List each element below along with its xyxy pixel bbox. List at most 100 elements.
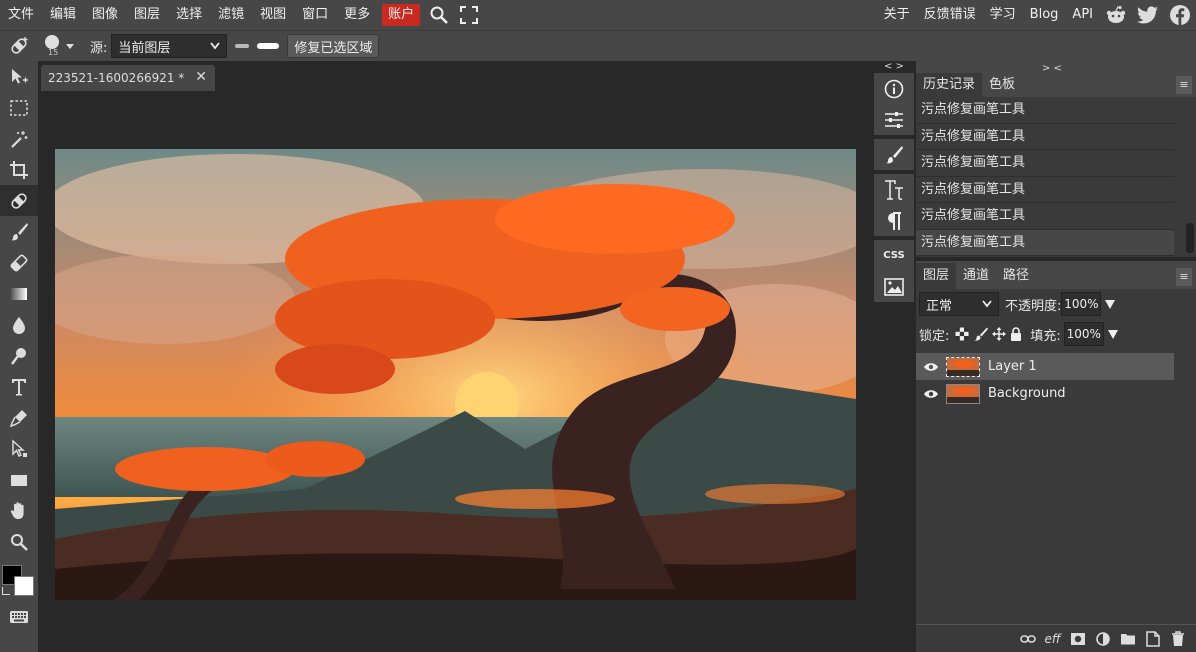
adjustment-layer-icon[interactable]: [1090, 627, 1115, 651]
source-select[interactable]: 当前图层: [111, 34, 228, 58]
keyboard-icon[interactable]: [0, 601, 38, 632]
image-canvas[interactable]: [55, 149, 856, 600]
lock-pixels-icon[interactable]: [974, 327, 989, 341]
history-item[interactable]: 污点修复画笔工具: [916, 203, 1174, 230]
background-color[interactable]: [14, 576, 34, 596]
triangle-down-icon[interactable]: [1107, 328, 1119, 340]
menu-blog[interactable]: Blog: [1023, 0, 1066, 30]
link-icon[interactable]: [1015, 627, 1040, 651]
lock-transparency-icon[interactable]: [955, 327, 969, 341]
eye-icon[interactable]: [916, 362, 946, 372]
history-item[interactable]: 污点修复画笔工具: [916, 229, 1174, 256]
brush-shape-icon[interactable]: [227, 31, 287, 61]
layer-name: Layer 1: [988, 359, 1037, 374]
menu-select[interactable]: 选择: [168, 0, 210, 30]
source-select-value: 当前图层: [118, 40, 171, 56]
layer-row[interactable]: Background: [916, 380, 1174, 407]
move-tool-icon[interactable]: [0, 61, 38, 92]
reddit-icon[interactable]: [1100, 0, 1132, 30]
crop-tool-icon[interactable]: [0, 154, 38, 185]
character-icon[interactable]: [874, 174, 914, 205]
mask-icon[interactable]: [1065, 627, 1090, 651]
paragraph-icon[interactable]: [874, 205, 914, 236]
shape-tool-icon[interactable]: [0, 464, 38, 495]
lock-all-icon[interactable]: [1010, 327, 1022, 341]
zoom-tool-icon[interactable]: [0, 526, 38, 557]
menu-image[interactable]: 图像: [84, 0, 126, 30]
search-icon[interactable]: [424, 0, 454, 30]
info-icon[interactable]: [874, 73, 914, 104]
menu-bar: 文件 编辑 图像 图层 选择 滤镜 视图 窗口 更多 账户 关于 反馈错误 学习…: [0, 0, 1196, 30]
menu-api[interactable]: API: [1065, 0, 1100, 30]
repair-selection-button[interactable]: 修复已选区域: [287, 34, 380, 58]
path-select-tool-icon[interactable]: [0, 433, 38, 464]
image-panel-icon[interactable]: [874, 271, 914, 302]
collapse-toggle-right[interactable]: > <: [1042, 63, 1062, 74]
folder-icon[interactable]: [1115, 627, 1140, 651]
history-item[interactable]: 污点修复画笔工具: [916, 124, 1174, 150]
blur-tool-icon[interactable]: [0, 309, 38, 340]
brush-size-picker[interactable]: 15: [38, 31, 86, 61]
pen-tool-icon[interactable]: [0, 402, 38, 433]
menu-about[interactable]: 关于: [877, 0, 917, 30]
menu-account[interactable]: 账户: [382, 4, 421, 26]
trash-icon[interactable]: [1165, 627, 1190, 651]
css-label[interactable]: CSS: [874, 240, 914, 271]
menu-layer[interactable]: 图层: [126, 0, 168, 30]
layer-row[interactable]: Layer 1: [916, 353, 1174, 380]
close-icon[interactable]: ✕: [195, 69, 207, 85]
layers-footer: eff: [916, 624, 1196, 652]
lock-row: 锁定: 填充: 100%: [916, 319, 1196, 349]
blend-mode-select[interactable]: 正常: [919, 292, 999, 316]
tab-paths[interactable]: 路径: [996, 263, 1036, 289]
menu-edit[interactable]: 编辑: [42, 0, 84, 30]
facebook-icon[interactable]: [1164, 0, 1196, 30]
history-item[interactable]: 污点修复画笔工具: [916, 150, 1174, 177]
layer-thumbnail: [946, 356, 980, 377]
spot-healing-tool-icon[interactable]: [0, 185, 38, 216]
magic-wand-tool-icon[interactable]: [0, 123, 38, 154]
new-layer-icon[interactable]: [1140, 627, 1165, 651]
opacity-input[interactable]: 100%: [1061, 292, 1102, 316]
hamburger-icon[interactable]: ≡: [1176, 268, 1192, 286]
collapse-toggle[interactable]: < >: [872, 61, 916, 73]
tab-channels[interactable]: 通道: [956, 263, 996, 289]
tab-swatches[interactable]: 色板: [982, 73, 1022, 97]
menu-report-bug[interactable]: 反馈错误: [917, 0, 983, 30]
tab-layers[interactable]: 图层: [916, 263, 957, 289]
lock-position-icon[interactable]: [992, 327, 1007, 341]
chevron-down-icon: [982, 300, 992, 308]
gradient-tool-icon[interactable]: [0, 278, 38, 309]
menu-view[interactable]: 视图: [252, 0, 294, 30]
menu-file[interactable]: 文件: [0, 0, 42, 30]
menu-more[interactable]: 更多: [336, 0, 378, 30]
twitter-icon[interactable]: [1132, 0, 1164, 30]
dodge-tool-icon[interactable]: [0, 340, 38, 371]
history-scrollbar[interactable]: [1186, 223, 1194, 253]
tools-panel: [0, 61, 38, 652]
effects-icon[interactable]: eff: [1040, 627, 1065, 651]
fullscreen-icon[interactable]: [454, 0, 484, 30]
brush-settings-icon[interactable]: [874, 139, 914, 170]
type-tool-icon[interactable]: [0, 371, 38, 402]
eye-icon[interactable]: [916, 389, 946, 399]
triangle-down-icon[interactable]: [1104, 298, 1116, 310]
history-item[interactable]: 污点修复画笔工具: [916, 177, 1174, 203]
hamburger-icon[interactable]: ≡: [1176, 76, 1192, 94]
menu-filter[interactable]: 滤镜: [210, 0, 252, 30]
adjustments-icon[interactable]: [874, 104, 914, 135]
swap-colors-icon[interactable]: [2, 587, 10, 595]
marquee-tool-icon[interactable]: [0, 92, 38, 123]
brush-tool-icon[interactable]: [0, 216, 38, 247]
tab-history[interactable]: 历史记录: [916, 73, 983, 97]
history-item[interactable]: 污点修复画笔工具: [916, 97, 1174, 124]
menu-learn[interactable]: 学习: [983, 0, 1023, 30]
eraser-tool-icon[interactable]: [0, 247, 38, 278]
document-tab[interactable]: 223521-1600266921 * ✕: [41, 65, 215, 91]
blend-row: 正常 不透明度: 100%: [916, 289, 1196, 319]
color-swatches[interactable]: [0, 561, 38, 597]
hand-tool-icon[interactable]: [0, 495, 38, 526]
menu-window[interactable]: 窗口: [294, 0, 336, 30]
right-panel: > < 历史记录 色板 ≡ 污点修复画笔工具 污点修复画笔工具 污点修复画笔工具…: [916, 61, 1196, 652]
fill-input[interactable]: 100%: [1063, 322, 1104, 346]
